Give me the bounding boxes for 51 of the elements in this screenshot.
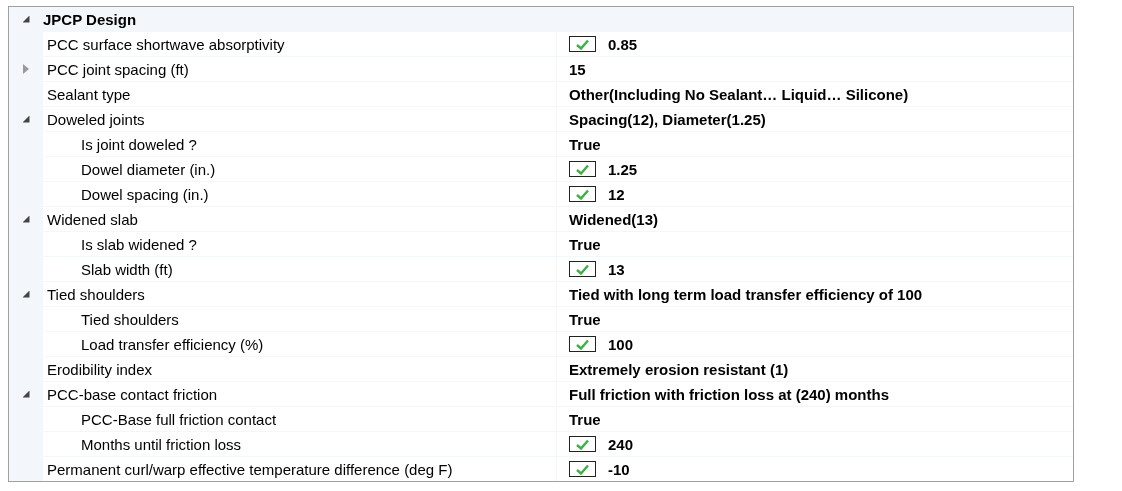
check-icon <box>576 338 589 350</box>
checkbox[interactable] <box>569 336 596 352</box>
property-value[interactable]: True <box>569 410 601 428</box>
property-name: Erodibility index <box>47 360 153 378</box>
expander-icon[interactable] <box>22 390 30 398</box>
property-name: Is slab widened ? <box>81 235 197 253</box>
property-value[interactable]: 0.85 <box>608 35 638 53</box>
check-icon <box>576 163 589 175</box>
property-value[interactable]: -10 <box>608 460 630 478</box>
property-name: Dowel spacing (in.) <box>81 185 209 203</box>
property-name: Is joint doweled ? <box>81 135 197 153</box>
property-name: Dowel diameter (in.) <box>81 160 216 178</box>
property-value[interactable]: 240 <box>608 435 634 453</box>
property-name: Widened slab <box>47 210 138 228</box>
category-label: JPCP Design <box>43 9 137 30</box>
checkbox[interactable] <box>569 186 596 202</box>
check-icon <box>576 463 589 475</box>
property-value[interactable]: 1.25 <box>608 160 638 178</box>
property-value[interactable]: 15 <box>569 60 586 78</box>
expander-icon[interactable] <box>22 115 30 123</box>
property-name: Tied shoulders <box>47 285 145 303</box>
property-value[interactable]: Widened(13) <box>569 210 659 228</box>
property-name: Slab width (ft) <box>81 260 173 278</box>
property-name: Permanent curl/warp effective temperature difference (deg F) <box>47 460 453 478</box>
checkbox[interactable] <box>569 436 596 452</box>
property-name: PCC surface shortwave absorptivity <box>47 35 285 53</box>
property-value[interactable]: 12 <box>608 185 625 203</box>
property-value[interactable]: 100 <box>608 335 634 353</box>
property-name: Load transfer efficiency (%) <box>81 335 264 353</box>
property-name: Doweled joints <box>47 110 145 128</box>
property-name: Tied shoulders <box>81 310 179 328</box>
check-icon <box>576 438 589 450</box>
property-name: PCC-Base full friction contact <box>81 410 277 428</box>
property-name: Months until friction loss <box>81 435 242 453</box>
checkbox[interactable] <box>569 461 596 477</box>
check-icon <box>576 188 589 200</box>
property-name: Sealant type <box>47 85 131 103</box>
property-name: PCC joint spacing (ft) <box>47 60 189 78</box>
property-name: PCC-base contact friction <box>47 385 218 403</box>
expander-icon[interactable] <box>22 290 30 298</box>
property-value[interactable]: True <box>569 235 601 253</box>
check-icon <box>576 38 589 50</box>
property-value[interactable]: True <box>569 310 601 328</box>
property-value[interactable]: 13 <box>608 260 625 278</box>
expander-icon[interactable] <box>22 215 30 223</box>
checkbox[interactable] <box>569 161 596 177</box>
expander-icon[interactable] <box>22 15 30 23</box>
check-icon <box>576 263 589 275</box>
checkbox[interactable] <box>569 261 596 277</box>
property-value[interactable]: True <box>569 135 601 153</box>
checkbox[interactable] <box>569 36 596 52</box>
